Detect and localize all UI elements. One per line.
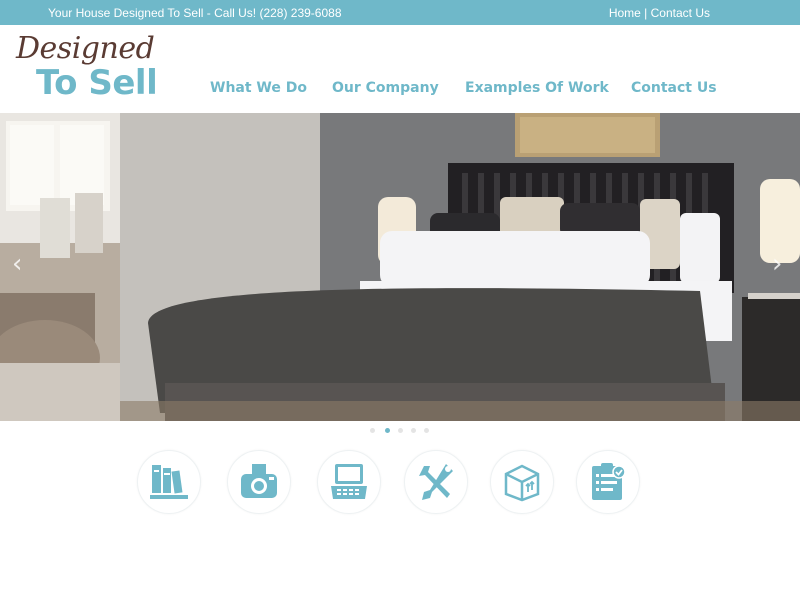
slider-dot[interactable] — [398, 428, 403, 433]
top-bar: Your House Designed To Sell - Call Us! (… — [0, 0, 800, 25]
services-row — [0, 450, 800, 520]
service-circle[interactable] — [576, 450, 640, 514]
service-circle[interactable] — [317, 450, 381, 514]
logo-line2: To Sell — [36, 63, 158, 103]
tools-icon — [419, 464, 453, 500]
slider-dot[interactable] — [424, 428, 429, 433]
bedroom-photo — [0, 113, 800, 421]
nav-what-we-do[interactable]: What We Do — [210, 80, 307, 96]
nav-our-company[interactable]: Our Company — [332, 80, 439, 96]
hero-slider[interactable]: ‹ › — [0, 113, 800, 421]
chevron-left-icon[interactable]: ‹ — [12, 249, 22, 279]
service-circle[interactable] — [490, 450, 554, 514]
laptop-icon — [331, 464, 367, 499]
slider-dot[interactable] — [411, 428, 416, 433]
camera-icon — [241, 464, 277, 498]
logo-line1: Designed — [16, 31, 155, 66]
books-icon — [150, 465, 188, 499]
slider-dot-active[interactable] — [385, 428, 390, 433]
link-separator: | — [644, 6, 648, 20]
tagline: Your House Designed To Sell - Call Us! (… — [48, 6, 342, 20]
contact-link[interactable]: Contact Us — [651, 6, 710, 20]
site-header: Designed To Sell What We Do Our Company … — [0, 25, 800, 113]
service-circle[interactable] — [404, 450, 468, 514]
chevron-right-icon[interactable]: › — [772, 249, 782, 279]
top-links: Home | Contact Us — [609, 6, 710, 20]
checklist-icon — [592, 463, 626, 500]
nav-examples-of-work[interactable]: Examples Of Work — [465, 80, 609, 96]
home-link[interactable]: Home — [609, 6, 641, 20]
nav-contact-us[interactable]: Contact Us — [631, 80, 717, 96]
slider-dot[interactable] — [370, 428, 375, 433]
service-circle[interactable] — [137, 450, 201, 514]
service-circle[interactable] — [227, 450, 291, 514]
logo[interactable]: Designed To Sell — [14, 31, 164, 107]
box-icon — [504, 464, 540, 502]
